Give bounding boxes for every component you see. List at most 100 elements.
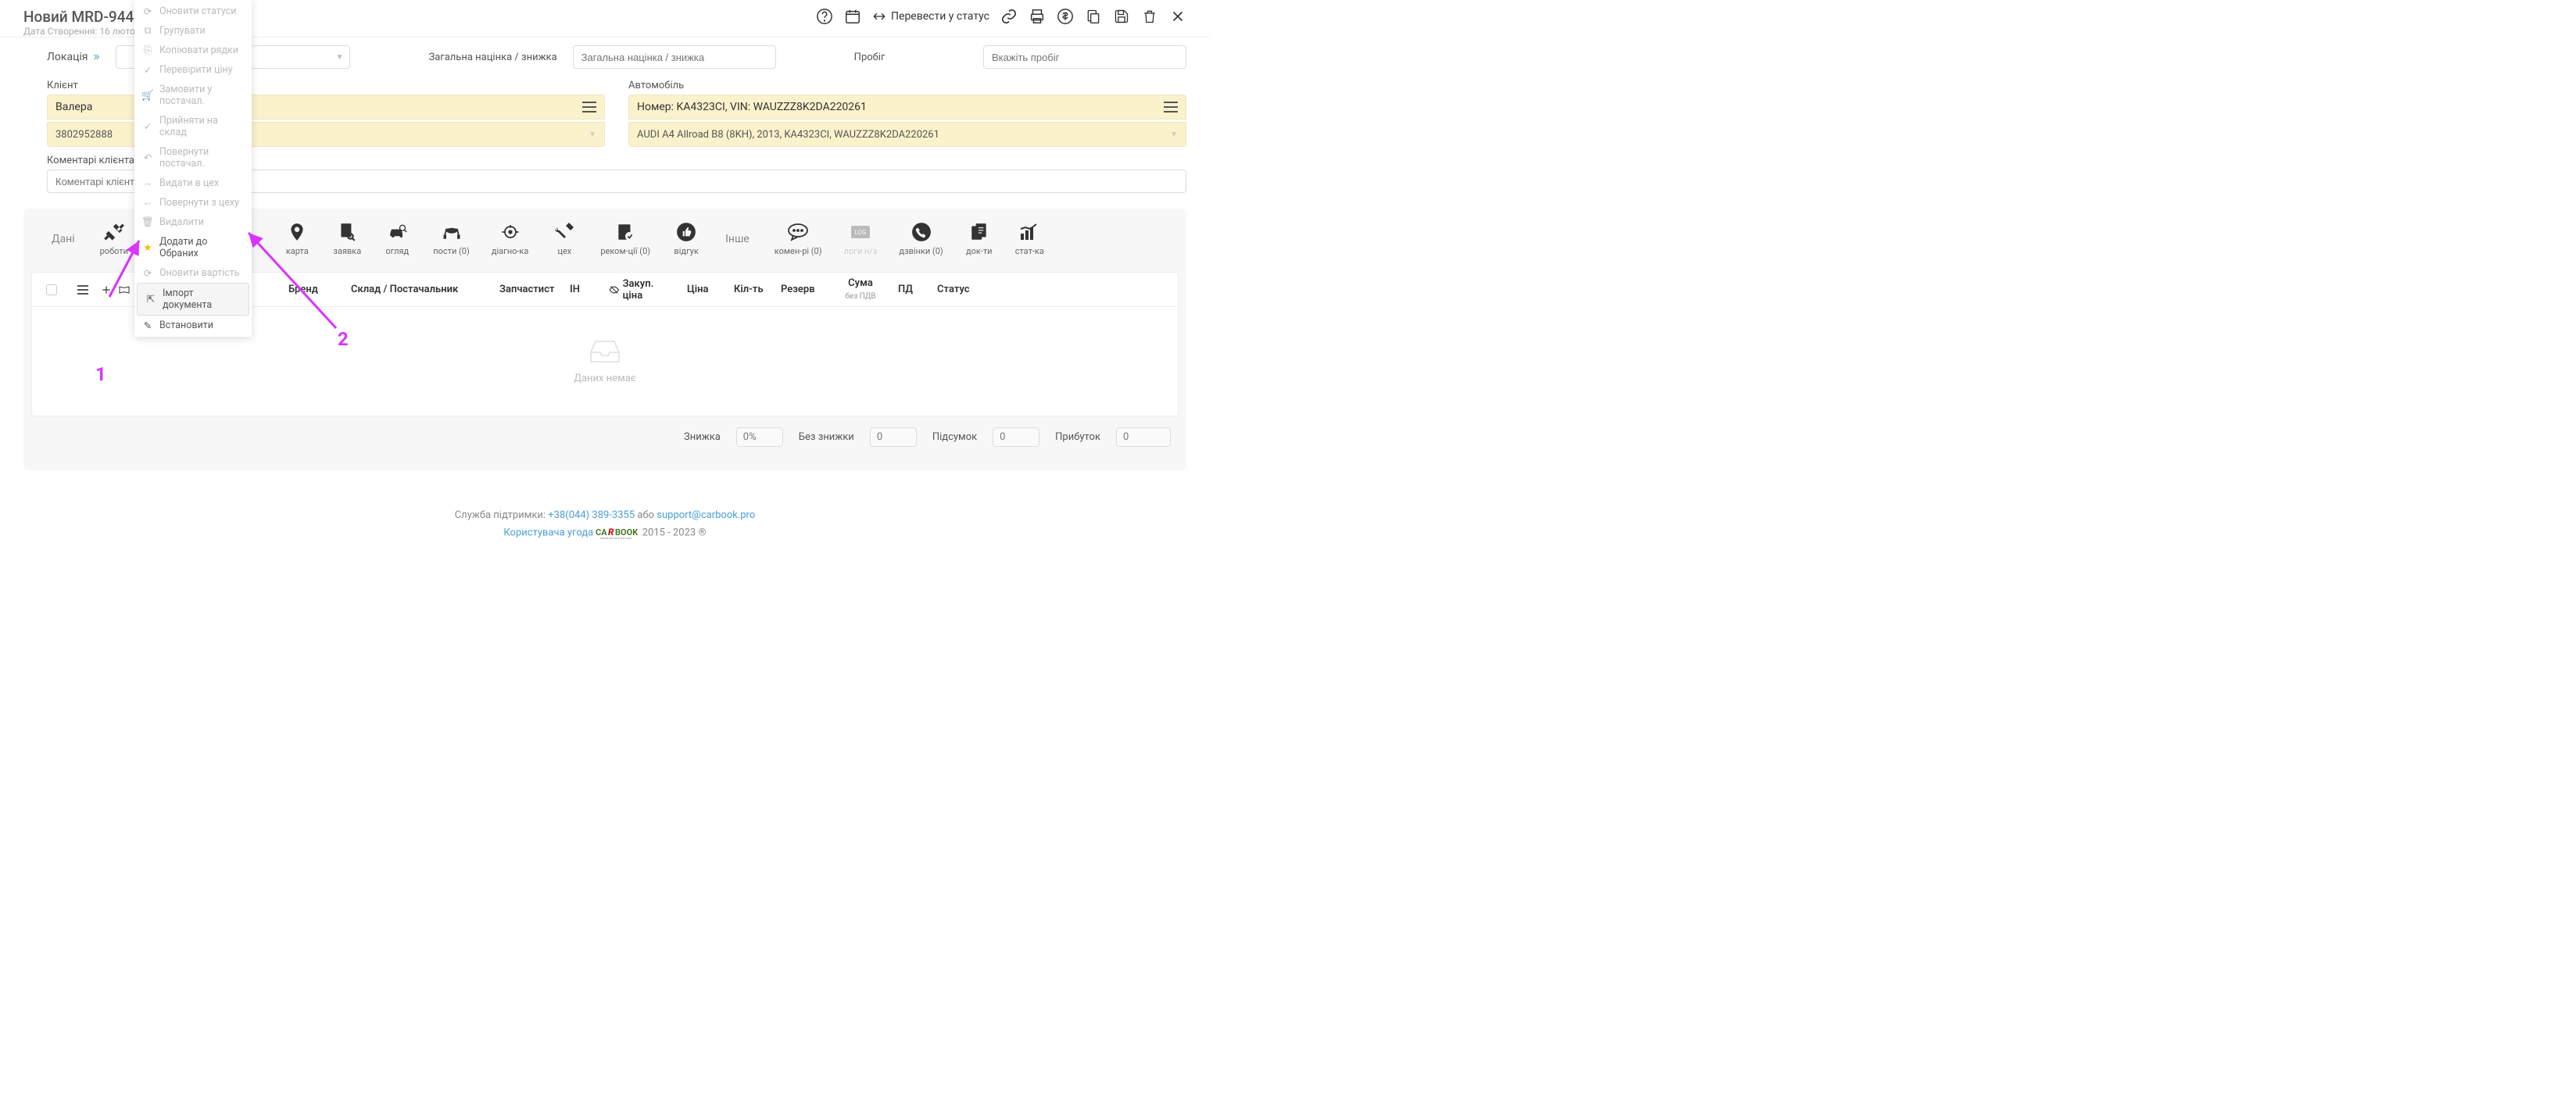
ctx-group[interactable]: ⧉Групувати (134, 21, 252, 41)
ctx-set[interactable]: ✎Встановити (134, 316, 252, 335)
chevron-down-icon[interactable]: ▼ (1170, 130, 1178, 139)
check-icon: ✓ (142, 121, 153, 132)
ctx-copy-rows[interactable]: ⎘Копіювати рядки (134, 41, 252, 60)
mileage-label: Пробіг (854, 52, 886, 63)
tab-comments[interactable]: комен-рі (0) (765, 218, 832, 259)
annotation-label-1: 1 (95, 363, 106, 385)
tab-shop[interactable]: цех (541, 218, 588, 259)
diagnostics-icon (499, 221, 521, 243)
tab-docs[interactable]: док-ти (956, 218, 1003, 259)
ctx-favorite[interactable]: ★Додати до Обраних (134, 232, 252, 263)
support-phone-link[interactable]: +38(044) 389-3355 (548, 509, 635, 521)
col-brand[interactable]: Бренд (282, 284, 345, 295)
phone-icon (911, 221, 932, 243)
ctx-order[interactable]: 🛒Замовити у постачал. (134, 80, 252, 111)
tab-map[interactable]: карта (274, 218, 320, 259)
stats-icon (1018, 221, 1040, 243)
col-reserve[interactable]: Резерв (775, 284, 829, 295)
tab-other[interactable]: Інше (713, 233, 762, 245)
link-icon[interactable] (1000, 8, 1018, 25)
group-icon: ⧉ (142, 26, 153, 37)
totals-row: Знижка 0% Без знижки 0 Підсумок 0 Прибут… (23, 416, 1186, 455)
save-icon[interactable] (1113, 8, 1130, 25)
footer: Служба підтримки: +38(044) 389-3355 або … (0, 486, 1210, 555)
tab-logs[interactable]: LOGлоги н/з (835, 218, 887, 259)
tab-stats[interactable]: стат-ка (1006, 218, 1054, 259)
ctx-from-shop[interactable]: ←Повернути з цеху (134, 193, 252, 212)
profit-label: Прибуток (1055, 431, 1100, 443)
money-icon[interactable] (1057, 8, 1074, 25)
col-sum[interactable]: Сумабез ПДВ (829, 278, 892, 301)
chevron-down-icon[interactable]: ▼ (589, 130, 596, 139)
client-phone-box[interactable]: 3802952888 ▼ (47, 122, 605, 147)
hamburger-icon[interactable] (77, 285, 88, 295)
markup-input[interactable] (573, 45, 776, 69)
auto-model-box[interactable]: AUDI A4 Allroad B8 (8KH), 2013, KA4323CI… (628, 122, 1186, 147)
svg-text:cause we love the cars: cause we love the cars (600, 536, 631, 540)
mileage-input[interactable] (983, 45, 1186, 69)
client-name-box[interactable]: Валера (47, 95, 605, 120)
select-all-checkbox[interactable] (46, 284, 57, 295)
markup-label: Загальна націнка / знижка (428, 52, 556, 63)
tab-review[interactable]: відгук (663, 218, 710, 259)
ctx-import-doc[interactable]: ⇱Імпорт документа (137, 283, 249, 316)
col-spec[interactable]: Запчастист (493, 284, 564, 295)
ctx-check-price[interactable]: ✓Перевірити ціну (134, 60, 252, 80)
tab-recom[interactable]: реком-ції (0) (591, 218, 660, 259)
wrench-car-icon (553, 221, 575, 243)
delete-icon[interactable] (1141, 8, 1158, 25)
svg-text:LOG: LOG (854, 229, 866, 236)
calendar-icon[interactable] (844, 8, 861, 25)
close-icon[interactable] (1169, 8, 1186, 25)
tab-diag[interactable]: діагно-ка (482, 218, 538, 259)
col-buy[interactable]: Закуп. ціна (603, 278, 681, 302)
profit-value[interactable]: 0 (1116, 427, 1171, 447)
star-icon: ★ (142, 242, 153, 253)
tab-request[interactable]: заявка (324, 218, 370, 259)
tab-view[interactable]: огляд (374, 218, 420, 259)
ctx-update-status[interactable]: ⟳Оновити статуси (134, 2, 252, 21)
tab-calls[interactable]: дзвінки (0) (889, 218, 952, 259)
eye-off-icon (609, 284, 620, 295)
col-stock[interactable]: Склад / Постачальник (345, 284, 493, 295)
ctx-delete[interactable]: 🗑Видалити (134, 212, 252, 232)
auto-vin-box[interactable]: Номер: KA4323CI, VIN: WAUZZZ8K2DA220261 (628, 95, 1186, 120)
annotation-label-2: 2 (338, 328, 349, 350)
col-ih[interactable]: ІН (564, 284, 603, 295)
support-email-link[interactable]: support@carbook.pro (657, 509, 755, 521)
subtotal-value[interactable]: 0 (993, 427, 1039, 447)
print-icon[interactable] (1029, 8, 1046, 25)
thumbs-up-icon (675, 221, 697, 243)
copy-icon[interactable] (1085, 8, 1102, 25)
chevron-right-icon[interactable] (91, 52, 100, 62)
discount-value[interactable]: 0% (736, 427, 783, 447)
hamburger-icon[interactable] (582, 102, 596, 112)
nodisc-value[interactable]: 0 (870, 427, 917, 447)
inbox-icon (588, 338, 622, 366)
col-pd[interactable]: ПД (892, 284, 931, 295)
ctx-to-shop[interactable]: →Видати в цех (134, 173, 252, 193)
help-icon[interactable] (816, 8, 833, 25)
car-search-icon (386, 221, 408, 243)
col-qty[interactable]: Кіл-ть (728, 284, 775, 295)
ctx-accept[interactable]: ✓Прийняти на склад (134, 111, 252, 142)
documents-icon (968, 221, 990, 243)
status-move-button[interactable]: Перевести у статус (872, 9, 989, 23)
trash-icon: 🗑 (142, 217, 153, 228)
add-icon[interactable] (101, 284, 112, 295)
col-status[interactable]: Статус (931, 284, 978, 295)
ctx-update-cost[interactable]: ⟳Оновити вартість (134, 263, 252, 283)
hamburger-icon[interactable] (1164, 102, 1178, 112)
ctx-return-supplier[interactable]: ↶Повернути постачал. (134, 142, 252, 173)
book-icon[interactable] (118, 284, 131, 295)
tab-data[interactable]: Дані (39, 233, 88, 245)
lift-icon (441, 221, 463, 243)
tab-works[interactable]: роботи (91, 218, 138, 259)
import-icon: ⇱ (145, 294, 156, 305)
agreement-link[interactable]: Користувача угода (503, 527, 593, 538)
col-price[interactable]: Ціна (681, 284, 728, 295)
carbook-logo: CARBOOKcause we love the cars (596, 526, 639, 540)
tools-icon (103, 221, 125, 243)
tab-posts[interactable]: пости (0) (424, 218, 479, 259)
copy-icon: ⎘ (142, 45, 153, 56)
